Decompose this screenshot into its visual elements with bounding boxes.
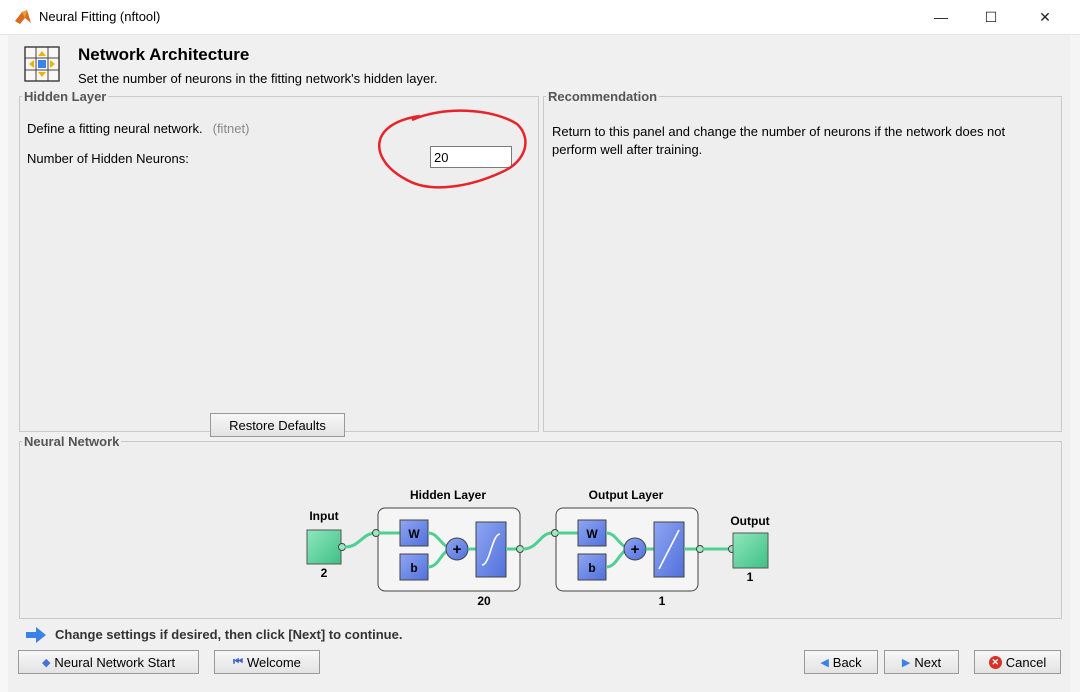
input-node: [306, 529, 342, 565]
define-network-label: Define a fitting neural network.: [27, 121, 203, 136]
hidden-neurons-label: Number of Hidden Neurons:: [27, 151, 189, 166]
network-architecture-icon: [24, 46, 60, 82]
back-label: Back: [832, 654, 862, 670]
neural-network-start-label: Neural Network Start: [54, 654, 176, 670]
background-window-edge: [0, 35, 8, 692]
welcome-button[interactable]: ⏮ Welcome: [214, 650, 320, 674]
recommendation-text: Return to this panel and change the numb…: [552, 124, 1006, 157]
output-size: 1: [747, 570, 754, 584]
output-layer-title: Output Layer: [589, 488, 664, 502]
minimize-button[interactable]: —: [918, 0, 964, 34]
cancel-icon: ✕: [988, 655, 1002, 669]
background-window-edge-right: [1070, 35, 1080, 692]
hidden-sum-symbol: +: [453, 541, 462, 558]
next-arrow-icon: ▶: [901, 656, 911, 669]
welcome-label: Welcome: [246, 654, 301, 670]
hidden-neurons-input[interactable]: [430, 146, 512, 168]
output-weight-label: W: [586, 527, 598, 541]
output-layer-size: 1: [659, 594, 666, 608]
output-node: [732, 532, 769, 569]
cancel-label: Cancel: [1005, 654, 1047, 670]
recommendation-panel: Recommendation Return to this panel and …: [543, 89, 1062, 432]
next-button[interactable]: ▶ Next: [884, 650, 959, 674]
neural-network-panel: Neural Network Input 2 Hidden Layer W b …: [19, 434, 1062, 619]
recommendation-legend: Recommendation: [548, 89, 658, 104]
window-title: Neural Fitting (nftool): [39, 9, 161, 24]
output-sum-symbol: +: [631, 541, 640, 558]
right-arrow-icon: [26, 627, 46, 643]
maximize-button[interactable]: ☐: [968, 0, 1014, 34]
network-diagram: Input 2 Hidden Layer W b + 20 Output Lay…: [306, 488, 770, 608]
neural-network-legend: Neural Network: [24, 434, 120, 449]
input-label: Input: [309, 509, 338, 523]
define-network-text: Define a fitting neural network. (fitnet): [27, 121, 249, 136]
hidden-bias-label: b: [410, 561, 417, 575]
hidden-size: 20: [477, 594, 491, 608]
title-bar: Neural Fitting (nftool) — ☐ ✕: [0, 0, 1080, 35]
hidden-layer-panel: Hidden Layer Define a fitting neural net…: [19, 89, 539, 437]
cancel-button[interactable]: ✕ Cancel: [974, 650, 1061, 674]
page-subtitle: Set the number of neurons in the fitting…: [78, 71, 438, 86]
hidden-layer-legend: Hidden Layer: [24, 89, 107, 104]
hidden-weight-label: W: [408, 527, 420, 541]
page-title: Network Architecture: [78, 45, 250, 64]
input-size: 2: [321, 566, 328, 580]
back-button[interactable]: ◀ Back: [804, 650, 878, 674]
welcome-icon: ⏮: [233, 655, 243, 668]
neural-network-start-icon: ◆: [41, 656, 51, 669]
output-bias-label: b: [588, 561, 595, 575]
next-label: Next: [914, 654, 942, 670]
neural-network-start-button[interactable]: ◆ Neural Network Start: [18, 650, 199, 674]
output-label: Output: [730, 514, 769, 528]
back-arrow-icon: ◀: [820, 656, 829, 669]
input-connector: [338, 543, 346, 551]
hidden-layer-title: Hidden Layer: [410, 488, 486, 502]
close-button[interactable]: ✕: [1022, 0, 1068, 34]
fitnet-tag: (fitnet): [212, 121, 250, 136]
hint-text: Change settings if desired, then click […: [55, 627, 403, 642]
matlab-logo-icon: [15, 10, 31, 24]
